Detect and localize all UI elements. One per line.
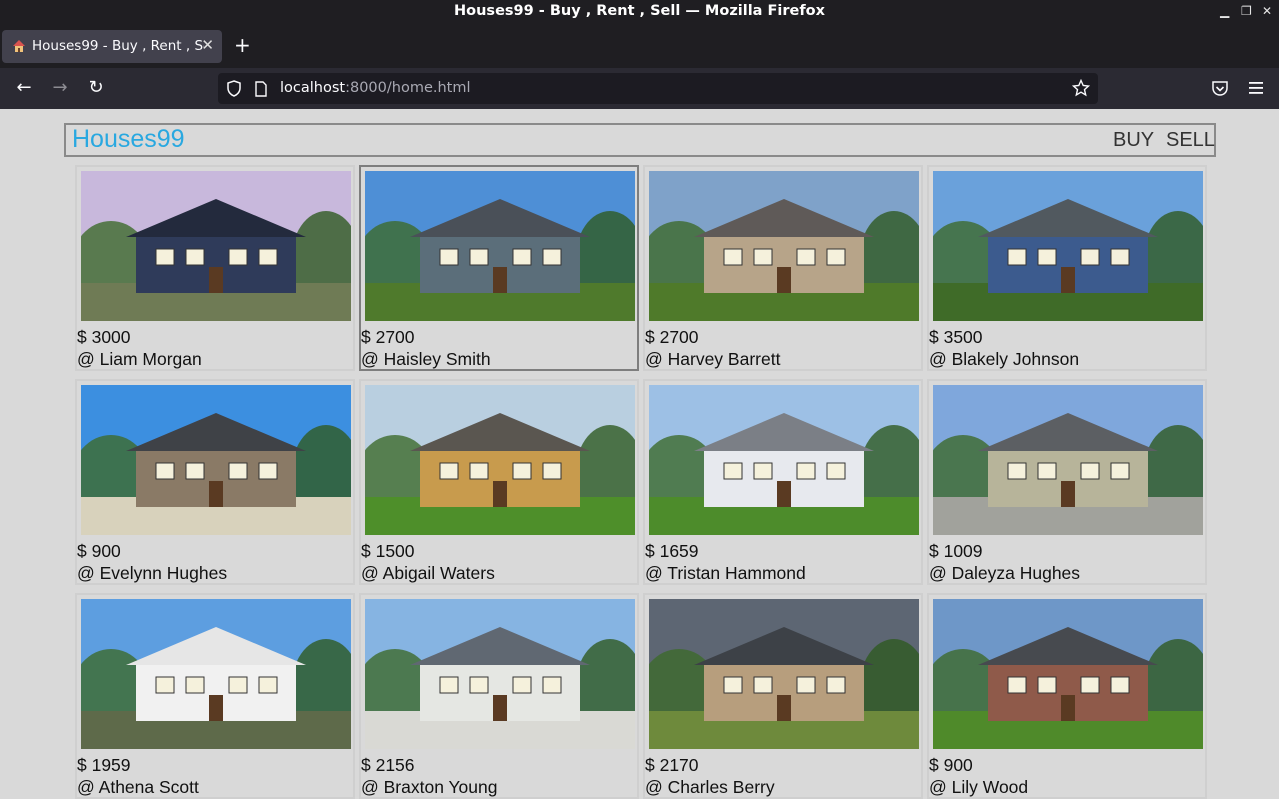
listing-card[interactable]: $ 2700 @ Harvey Barrett: [643, 165, 923, 371]
forward-button[interactable]: →: [50, 78, 70, 98]
house-photo[interactable]: [649, 385, 919, 535]
listing-card[interactable]: $ 3000 @ Liam Morgan: [75, 165, 355, 371]
listing-price: $ 1500: [361, 541, 415, 561]
house-photo[interactable]: [365, 385, 635, 535]
listing-price: $ 2700: [645, 327, 699, 347]
tab-houses99[interactable]: Houses99 - Buy , Rent , Se ✕: [2, 30, 222, 63]
listing-price: $ 2170: [645, 755, 699, 775]
tab-close-icon[interactable]: ✕: [201, 36, 214, 54]
listing-owner: @ Charles Berry: [645, 777, 775, 797]
house-photo[interactable]: [365, 599, 635, 749]
hamburger-menu-icon[interactable]: [1248, 81, 1264, 95]
sell-link[interactable]: SELL: [1166, 129, 1215, 152]
house-photo[interactable]: [649, 599, 919, 749]
listing-price: $ 1659: [645, 541, 699, 561]
listing-owner: @ Lily Wood: [929, 777, 1029, 797]
close-icon[interactable]: ✕: [1262, 4, 1272, 18]
listing-owner: @ Athena Scott: [77, 777, 199, 797]
back-button[interactable]: ←: [14, 78, 34, 98]
reload-button[interactable]: ↻: [86, 78, 106, 98]
tracking-protection-shield-icon[interactable]: [226, 80, 242, 97]
window-titlebar: Houses99 - Buy , Rent , Sell — Mozilla F…: [0, 0, 1279, 24]
listing-owner: @ Daleyza Hughes: [929, 563, 1081, 583]
listing-price: $ 3000: [77, 327, 131, 347]
listing-owner: @ Harvey Barrett: [645, 349, 781, 369]
new-tab-button[interactable]: +: [234, 35, 251, 55]
url-bar[interactable]: localhost:8000/home.html: [218, 73, 1098, 104]
buy-link[interactable]: BUY: [1113, 129, 1154, 152]
listing-price: $ 3500: [929, 327, 983, 347]
tab-strip: Houses99 - Buy , Rent , Se ✕ +: [0, 24, 1279, 68]
house-photo[interactable]: [365, 171, 635, 321]
listing-card[interactable]: $ 3500 @ Blakely Johnson: [927, 165, 1207, 371]
listing-card[interactable]: $ 900 @ Evelynn Hughes: [75, 379, 355, 585]
house-photo[interactable]: [933, 599, 1203, 749]
house-photo[interactable]: [81, 385, 351, 535]
listing-price: $ 900: [929, 755, 973, 775]
listing-card[interactable]: $ 900 @ Lily Wood: [927, 593, 1207, 799]
pocket-icon[interactable]: [1211, 80, 1229, 97]
listing-card[interactable]: $ 2700 @ Haisley Smith: [359, 165, 639, 371]
listing-card[interactable]: $ 2170 @ Charles Berry: [643, 593, 923, 799]
listing-owner: @ Evelynn Hughes: [77, 563, 228, 583]
house-photo[interactable]: [933, 385, 1203, 535]
listing-price: $ 2156: [361, 755, 415, 775]
listing-price: $ 900: [77, 541, 121, 561]
window-title: Houses99 - Buy , Rent , Sell — Mozilla F…: [454, 3, 825, 19]
listing-card[interactable]: $ 1009 @ Daleyza Hughes: [927, 379, 1207, 585]
listing-owner: @ Liam Morgan: [77, 349, 202, 369]
navigation-toolbar: ← → ↻ localhost:8000/home.html: [0, 68, 1279, 109]
house-favicon-icon: [13, 40, 25, 52]
url-text[interactable]: localhost:8000/home.html: [280, 80, 471, 96]
listing-owner: @ Tristan Hammond: [645, 563, 806, 583]
listing-price: $ 1959: [77, 755, 131, 775]
house-photo[interactable]: [81, 599, 351, 749]
listing-card[interactable]: $ 2156 @ Braxton Young: [359, 593, 639, 799]
listing-card[interactable]: $ 1500 @ Abigail Waters: [359, 379, 639, 585]
listing-price: $ 1009: [929, 541, 983, 561]
listing-owner: @ Braxton Young: [361, 777, 498, 797]
page-info-icon[interactable]: [254, 81, 268, 97]
tab-title: Houses99 - Buy , Rent , Se: [32, 38, 204, 54]
listing-owner: @ Blakely Johnson: [929, 349, 1080, 369]
site-header: Houses99 BUY SELL: [64, 123, 1216, 157]
site-logo[interactable]: Houses99: [72, 125, 185, 154]
house-photo[interactable]: [933, 171, 1203, 321]
listing-price: $ 2700: [361, 327, 415, 347]
listing-card[interactable]: $ 1659 @ Tristan Hammond: [643, 379, 923, 585]
bookmark-star-icon[interactable]: [1072, 79, 1090, 97]
listing-card[interactable]: $ 1959 @ Athena Scott: [75, 593, 355, 799]
maximize-icon[interactable]: ❐: [1241, 4, 1252, 18]
minimize-icon[interactable]: ▁: [1220, 4, 1229, 18]
house-photo[interactable]: [649, 171, 919, 321]
listing-owner: @ Abigail Waters: [361, 563, 495, 583]
house-photo[interactable]: [81, 171, 351, 321]
listing-owner: @ Haisley Smith: [361, 349, 491, 369]
